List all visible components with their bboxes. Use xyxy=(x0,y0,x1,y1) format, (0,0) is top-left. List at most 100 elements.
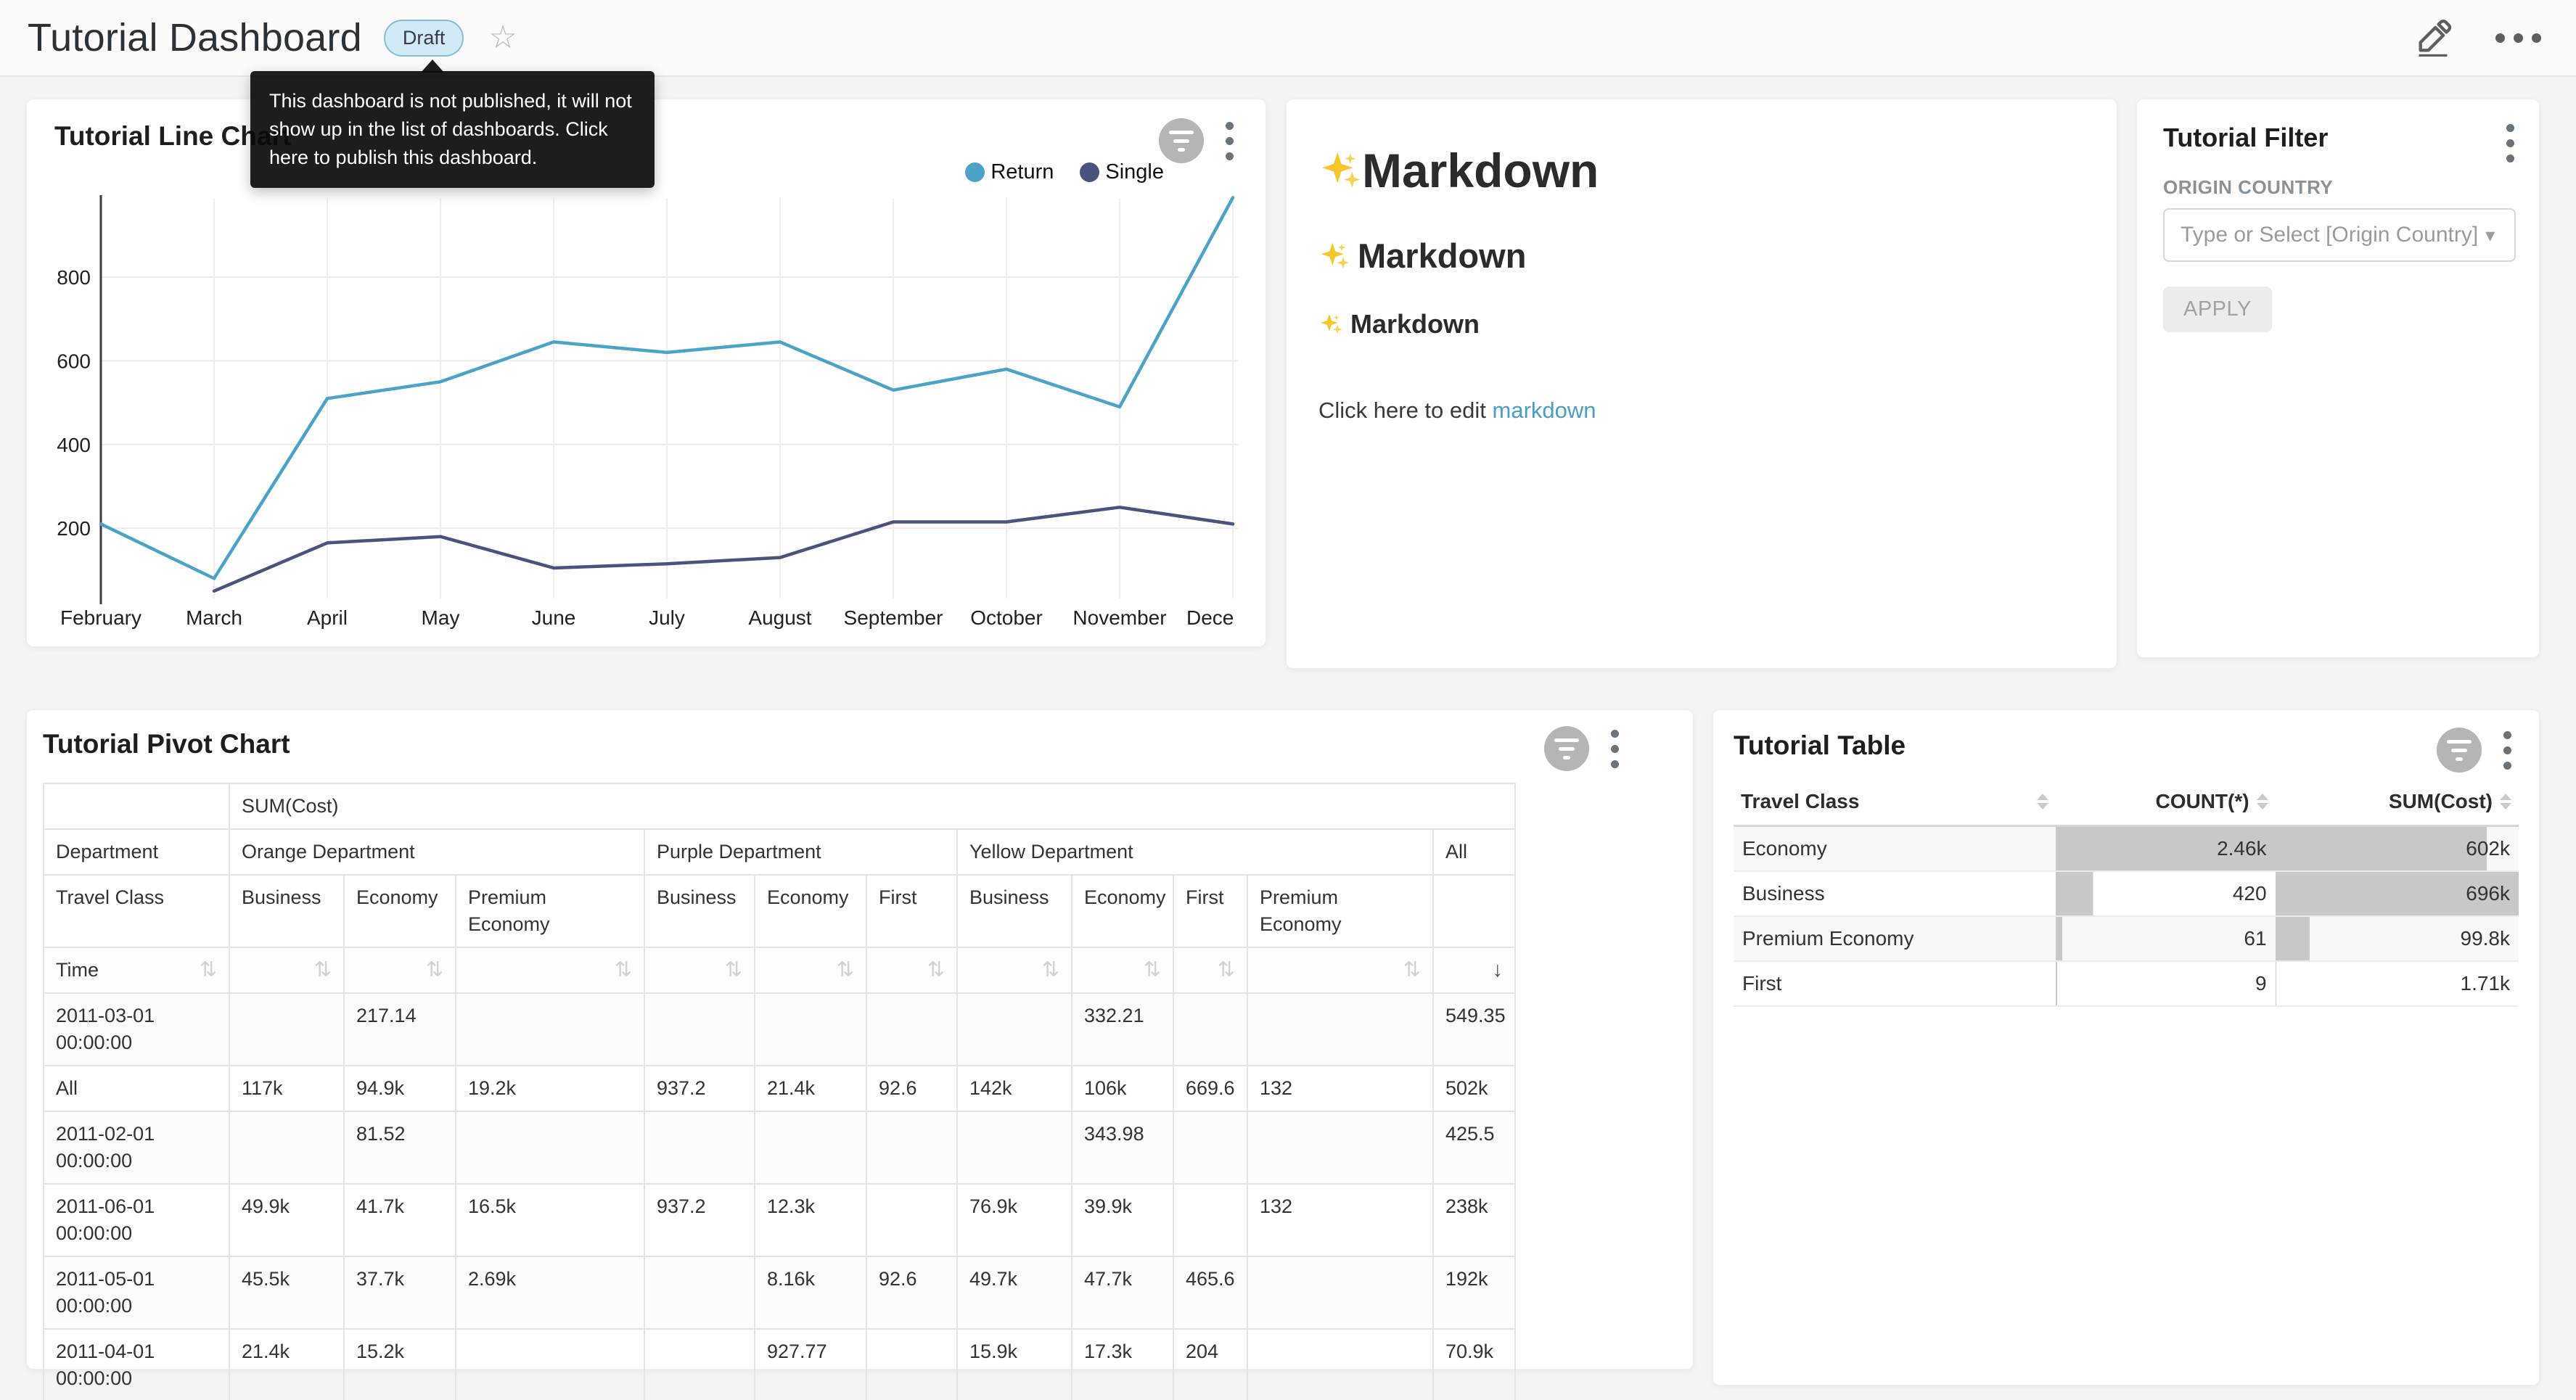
pivot-value-cell xyxy=(957,1111,1072,1184)
pivot-axis2-label: Travel Class xyxy=(44,875,229,947)
sparkles-icon xyxy=(1318,149,1362,192)
table-cell-count: 61 xyxy=(2056,916,2276,961)
pivot-sort-cell: ⇅ xyxy=(1247,947,1433,993)
sparkles-icon xyxy=(1318,240,1350,272)
pivot-row-label: 2011-03-01 00:00:00 xyxy=(44,993,229,1066)
svg-text:October: October xyxy=(970,606,1043,629)
pivot-value-cell: 39.9k xyxy=(1072,1184,1173,1256)
ellipsis-menu-icon[interactable] xyxy=(2495,33,2541,43)
chart-kebab-menu-icon[interactable] xyxy=(1608,727,1622,771)
edit-pencil-icon[interactable] xyxy=(2414,19,2452,57)
pivot-row: 2011-03-01 00:00:00217.14332.21549.35 xyxy=(44,993,1515,1066)
pivot-value-cell: 17.3k xyxy=(1072,1329,1173,1400)
pivot-value-cell: 238k xyxy=(1433,1184,1515,1256)
legend-label: Single xyxy=(1105,160,1164,184)
legend-item-return[interactable]: Return xyxy=(965,160,1054,184)
pivot-metric-label: SUM(Cost) xyxy=(229,783,1515,829)
table-header-sum-cost[interactable]: SUM(Cost) xyxy=(2276,780,2519,826)
pivot-value-cell: 15.2k xyxy=(344,1329,456,1400)
pivot-col-header: Economy xyxy=(344,875,456,947)
pivot-value-cell: 92.6 xyxy=(866,1066,957,1111)
pivot-row: 2011-05-01 00:00:0045.5k37.7k2.69k8.16k9… xyxy=(44,1256,1515,1329)
pivot-value-cell: 132 xyxy=(1247,1184,1433,1256)
pivot-value-cell: 47.7k xyxy=(1072,1256,1173,1329)
sort-icon[interactable]: ⇅ xyxy=(200,957,217,984)
sort-caret-icon xyxy=(2037,794,2048,810)
pivot-row-label: 2011-04-01 00:00:00 xyxy=(44,1329,229,1400)
chart-kebab-menu-icon[interactable] xyxy=(1223,119,1236,163)
pivot-row: 2011-02-01 00:00:0081.52343.98425.5 xyxy=(44,1111,1515,1184)
sort-icon[interactable]: ⇅ xyxy=(1144,957,1161,984)
pivot-value-cell: 49.7k xyxy=(957,1256,1072,1329)
svg-text:800: 800 xyxy=(57,266,91,289)
pivot-value-cell: 425.5 xyxy=(1433,1111,1515,1184)
apply-button[interactable]: APPLY xyxy=(2163,287,2272,332)
pivot-value-cell: 106k xyxy=(1072,1066,1173,1111)
legend-item-single[interactable]: Single xyxy=(1080,160,1164,184)
pivot-value-cell: 49.9k xyxy=(229,1184,344,1256)
table-header-travel-class[interactable]: Travel Class xyxy=(1734,780,2056,826)
pivot-value-cell xyxy=(1173,1111,1247,1184)
pivot-col-header: Business xyxy=(957,875,1072,947)
sort-icon[interactable]: ⇅ xyxy=(837,957,854,984)
pivot-value-cell: 132 xyxy=(1247,1066,1433,1111)
sort-icon[interactable]: ⇅ xyxy=(615,957,632,984)
pivot-row-label: All xyxy=(44,1066,229,1111)
pivot-value-cell: 16.5k xyxy=(456,1184,644,1256)
sort-desc-icon[interactable]: ↓ xyxy=(1493,957,1504,984)
origin-country-label: ORIGIN COUNTRY xyxy=(2163,176,2333,199)
dashboard-page: Tutorial Dashboard Draft ☆ This dashboar… xyxy=(0,0,2576,1400)
table-cell-travel-class: Business xyxy=(1734,871,2056,916)
table-cell-sum: 1.71k xyxy=(2276,961,2519,1006)
origin-country-select[interactable]: Type or Select [Origin Country] ▾ xyxy=(2163,208,2516,262)
sort-icon[interactable]: ⇅ xyxy=(725,957,742,984)
pivot-value-cell: 937.2 xyxy=(644,1066,755,1111)
table-cell-sum: 99.8k xyxy=(2276,916,2519,961)
legend-label: Return xyxy=(990,160,1054,184)
chart-kebab-menu-icon[interactable] xyxy=(2501,728,2514,773)
sort-icon[interactable]: ⇅ xyxy=(1042,957,1059,984)
sort-icon[interactable]: ⇅ xyxy=(314,957,332,984)
pivot-value-cell xyxy=(1173,1184,1247,1256)
sort-icon[interactable]: ⇅ xyxy=(1218,957,1235,984)
sort-caret-icon xyxy=(2500,794,2511,810)
favorite-star-icon[interactable]: ☆ xyxy=(488,22,517,54)
pivot-value-cell xyxy=(866,1111,957,1184)
svg-text:February: February xyxy=(60,606,141,629)
pivot-row: 2011-06-01 00:00:0049.9k41.7k16.5k937.21… xyxy=(44,1184,1515,1256)
markdown-edit-link[interactable]: markdown xyxy=(1493,398,1596,423)
legend-dot xyxy=(965,162,985,182)
table-header-count[interactable]: COUNT(*) xyxy=(2056,780,2276,826)
pivot-value-cell xyxy=(456,1329,644,1400)
pivot-corner-cell xyxy=(44,783,229,829)
pivot-col-header: Premium Economy xyxy=(456,875,644,947)
markdown-h2: Markdown xyxy=(1318,236,2085,276)
pivot-value-cell: 192k xyxy=(1433,1256,1515,1329)
draft-badge[interactable]: Draft xyxy=(384,20,464,57)
pivot-sort-cell: ⇅ xyxy=(644,947,755,993)
filter-kebab-menu-icon[interactable] xyxy=(2503,121,2517,165)
sort-icon[interactable]: ⇅ xyxy=(426,957,443,984)
pivot-value-cell xyxy=(456,1111,644,1184)
table-row: Economy2.46k602k xyxy=(1734,826,2519,872)
pivot-card-title: Tutorial Pivot Chart xyxy=(43,729,290,759)
pivot-group-header: Orange Department xyxy=(229,829,644,875)
pivot-col-header: First xyxy=(1173,875,1247,947)
pivot-row: All117k94.9k19.2k937.221.4k92.6142k106k6… xyxy=(44,1066,1515,1111)
filter-scope-icon[interactable] xyxy=(2437,728,2482,773)
pivot-sort-cell: ⇅ xyxy=(1173,947,1247,993)
pivot-row-label: 2011-02-01 00:00:00 xyxy=(44,1111,229,1184)
pivot-value-cell: 45.5k xyxy=(229,1256,344,1329)
line-chart-plot: 200400600800FebruaryMarchAprilMayJuneJul… xyxy=(49,192,1243,632)
pivot-value-cell: 21.4k xyxy=(755,1066,866,1111)
filter-scope-icon[interactable] xyxy=(1544,726,1589,771)
svg-text:May: May xyxy=(422,606,460,629)
sort-icon[interactable]: ⇅ xyxy=(927,957,945,984)
filter-card-title: Tutorial Filter xyxy=(2163,123,2328,153)
pivot-group-header: All xyxy=(1433,829,1515,875)
pivot-value-cell xyxy=(1247,993,1433,1066)
svg-text:600: 600 xyxy=(57,350,91,372)
pivot-value-cell: 937.2 xyxy=(644,1184,755,1256)
filter-scope-icon[interactable] xyxy=(1159,118,1204,163)
sort-icon[interactable]: ⇅ xyxy=(1403,957,1421,984)
